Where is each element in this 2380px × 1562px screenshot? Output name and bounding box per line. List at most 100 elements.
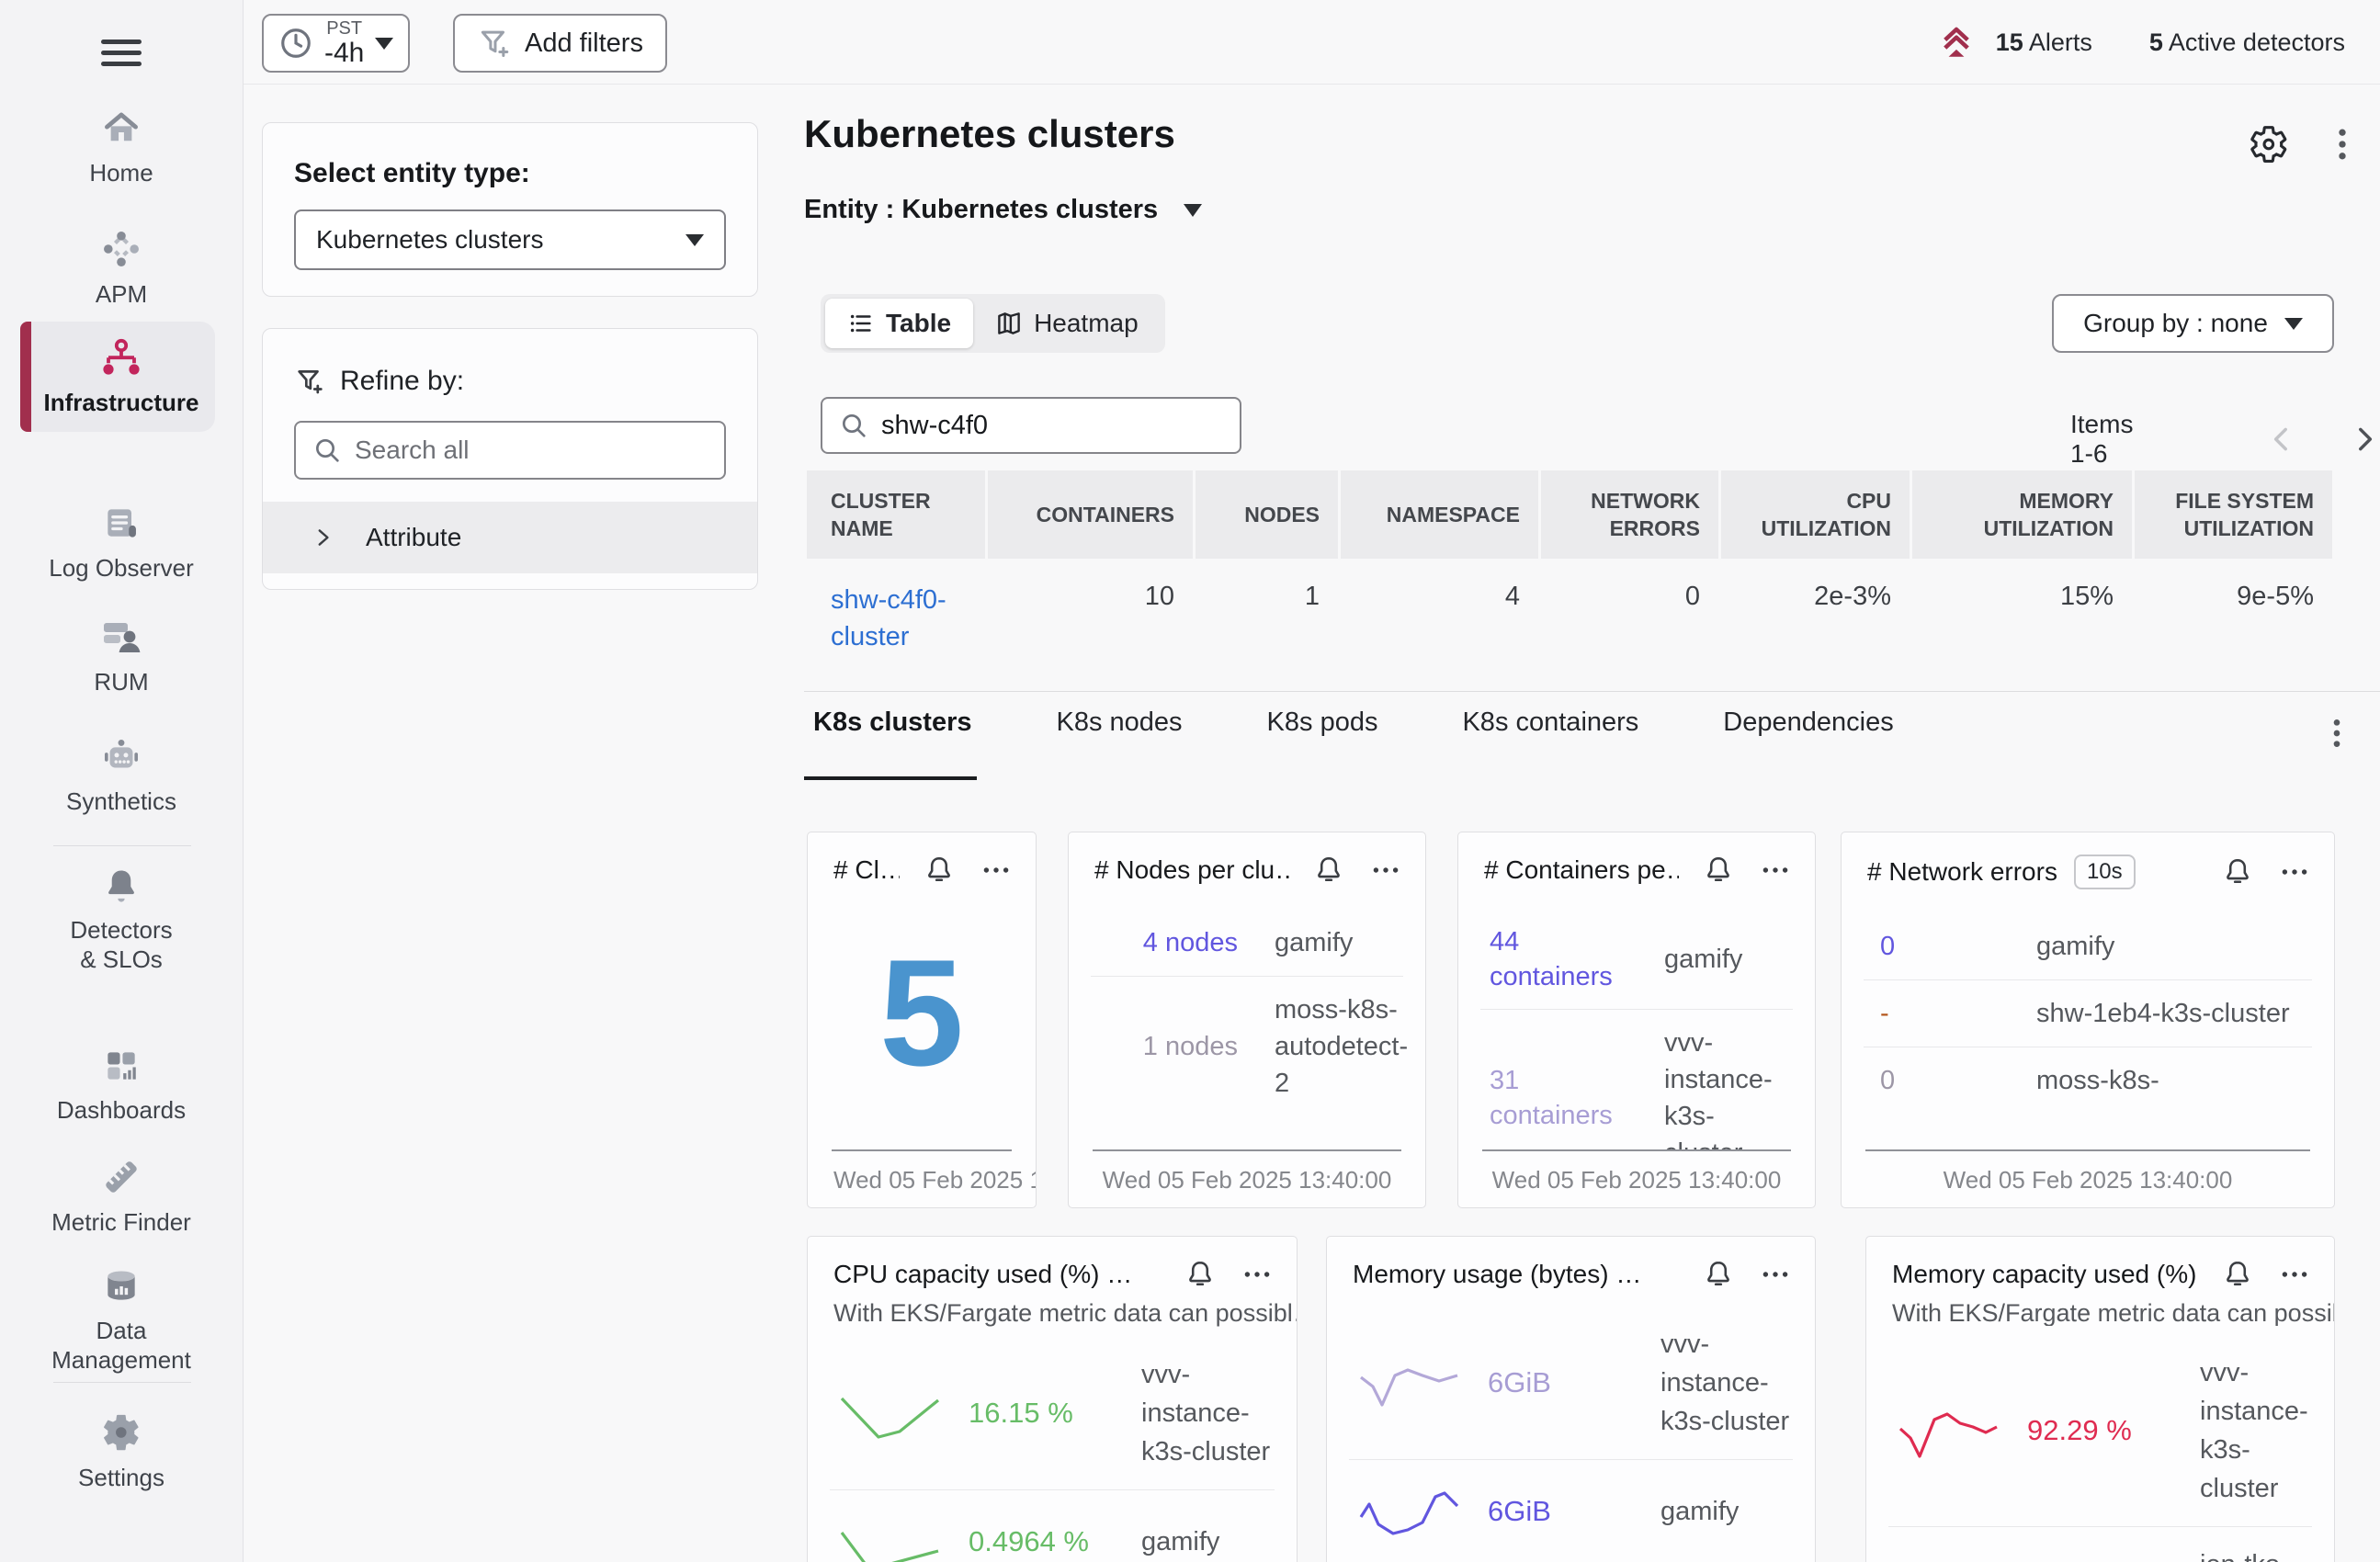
entity-search-input[interactable] xyxy=(881,411,1223,441)
group-by-select[interactable]: Group by : none xyxy=(2052,294,2334,353)
cluster-link[interactable]: shw-c4f0-cluster xyxy=(831,585,946,651)
tab-k8s-nodes[interactable]: K8s nodes xyxy=(1057,707,1183,765)
sidebar-item-apm[interactable]: APM xyxy=(0,228,243,309)
list-item[interactable]: 92.29 % vvv-instance-k3s-cluster xyxy=(1866,1335,2334,1526)
column-header[interactable]: NAMESPACE xyxy=(1341,470,1538,559)
column-header[interactable]: CLUSTER NAME xyxy=(807,470,985,559)
list-item[interactable]: 6GiB vvv-instance-k3s-cluster xyxy=(1327,1307,1815,1459)
sidebar-item-dashboards[interactable]: Dashboards xyxy=(0,1046,243,1125)
entity-selector[interactable]: Entity : Kubernetes clusters xyxy=(804,195,1202,225)
metric-value: 92.29 % xyxy=(2027,1414,2174,1447)
sidebar-item-metric-finder[interactable]: Metric Finder xyxy=(0,1156,243,1237)
kebab-menu-icon[interactable] xyxy=(2322,124,2363,164)
view-toggle-table[interactable]: Table xyxy=(825,299,973,348)
kebab-menu-icon[interactable] xyxy=(1758,855,1793,886)
bell-icon[interactable] xyxy=(1313,855,1344,886)
kebab-menu-icon[interactable] xyxy=(1758,1259,1793,1290)
list-item[interactable]: 6GiB gamify xyxy=(1327,1460,1815,1562)
column-header[interactable]: CONTAINERS xyxy=(988,470,1193,559)
sidebar-item-detectors-slos[interactable]: Detectors & SLOs xyxy=(0,866,243,974)
list-item[interactable]: 16.15 % vvv-instance-k3s-cluster xyxy=(808,1337,1297,1489)
settings-gear-icon[interactable] xyxy=(2249,124,2289,164)
list-item[interactable]: 44 containers gamify xyxy=(1458,910,1815,1009)
card-title: Memory capacity used (%) … xyxy=(1892,1260,2198,1289)
bell-icon[interactable] xyxy=(1703,855,1734,886)
section-divider xyxy=(804,691,2380,692)
tab-k8s-clusters[interactable]: K8s clusters xyxy=(813,707,972,765)
kebab-menu-icon[interactable] xyxy=(979,855,1014,886)
bell-icon[interactable] xyxy=(2222,856,2253,888)
entity-search-box xyxy=(821,397,1241,454)
metric-value: 6GiB xyxy=(1488,1495,1635,1528)
time-picker-button[interactable]: PST -4h xyxy=(262,14,410,73)
attribute-label: Attribute xyxy=(366,523,461,552)
column-header[interactable]: CPU UTILIZATION xyxy=(1721,470,1910,559)
active-tab-underline xyxy=(804,776,977,780)
metric-label: gamify xyxy=(1275,924,1403,961)
list-item[interactable]: 0 gamify xyxy=(1842,913,2334,979)
bell-icon[interactable] xyxy=(2222,1259,2253,1290)
bell-icon[interactable] xyxy=(1184,1259,1216,1290)
kebab-menu-icon[interactable] xyxy=(1240,1259,1275,1290)
card-memory-usage: Memory usage (bytes) … 6GiB vvv-instance… xyxy=(1326,1236,1816,1562)
view-toggle-heatmap[interactable]: Heatmap xyxy=(973,299,1161,348)
chevron-down-icon xyxy=(2284,318,2303,330)
column-header[interactable]: NETWORK ERRORS xyxy=(1541,470,1718,559)
kebab-menu-icon[interactable] xyxy=(1368,855,1403,886)
list-item[interactable]: 0.4964 % gamify xyxy=(808,1490,1297,1562)
kebab-menu-icon[interactable] xyxy=(2277,856,2312,888)
list-item[interactable]: 64.94 % jen-tko-1b75- xyxy=(1866,1527,2334,1562)
sidebar-item-synthetics[interactable]: Synthetics xyxy=(0,735,243,816)
sidebar-item-label: Infrastructure xyxy=(30,388,211,417)
table-cell: 4 xyxy=(1341,561,1538,655)
metric-list: 16.15 % vvv-instance-k3s-cluster 0.4964 … xyxy=(808,1337,1297,1562)
kebab-menu-icon[interactable] xyxy=(2277,1259,2312,1290)
list-item[interactable]: 31 containers vvv-instance-k3s-cluster xyxy=(1458,1010,1815,1149)
sidebar-item-settings[interactable]: Settings xyxy=(0,1411,243,1492)
attribute-expander[interactable]: Attribute xyxy=(263,502,757,573)
sidebar-item-log-observer[interactable]: Log Observer xyxy=(0,504,243,583)
entity-type-select[interactable]: Kubernetes clusters xyxy=(294,209,726,270)
table-view-icon xyxy=(847,310,875,337)
bell-icon xyxy=(101,866,142,906)
chevron-right-icon[interactable] xyxy=(2349,424,2380,455)
sidebar-item-home[interactable]: Home xyxy=(0,108,243,187)
sidebar-item-rum[interactable]: RUM xyxy=(0,617,243,696)
list-item[interactable]: - shw-1eb4-k3s-cluster xyxy=(1842,980,2334,1047)
card-network-errors: # Network errors 10s 0 gamify - shw-1eb4… xyxy=(1841,832,2335,1208)
add-filters-button[interactable]: Add filters xyxy=(453,14,667,73)
bell-icon[interactable] xyxy=(1703,1259,1734,1290)
sidebar-item-infrastructure[interactable]: Infrastructure xyxy=(0,338,243,417)
bell-icon[interactable] xyxy=(924,855,955,886)
sidebar-item-label: Detectors & SLOs xyxy=(48,915,195,974)
table-cell: 10 xyxy=(988,561,1193,655)
view-toggle: Table Heatmap xyxy=(821,294,1165,353)
column-header[interactable]: NODES xyxy=(1196,470,1338,559)
list-item[interactable]: 0 moss-k8s- xyxy=(1842,1047,2334,1114)
items-range-label: Items 1-6 xyxy=(2070,410,2159,469)
tab-k8s-pods[interactable]: K8s pods xyxy=(1267,707,1378,765)
sidebar-item-label: Home xyxy=(76,158,165,187)
sidebar-item-data-management[interactable]: Data Management xyxy=(0,1266,243,1375)
card-title: # Nodes per clu… xyxy=(1094,855,1289,885)
refine-search-input[interactable] xyxy=(355,436,708,465)
column-header[interactable]: FILE SYSTEM UTILIZATION xyxy=(2135,470,2332,559)
kebab-menu-icon[interactable] xyxy=(2318,715,2355,752)
list-item[interactable]: 1 nodes moss-k8s-autodetect-2 xyxy=(1069,977,1425,1116)
k8s-tabs: K8s clusters K8s nodes K8s pods K8s cont… xyxy=(813,707,1894,765)
card-title: # Containers pe… xyxy=(1484,855,1679,885)
metric-label: gamify xyxy=(1664,941,1793,978)
list-item[interactable]: 4 nodes gamify xyxy=(1069,910,1425,976)
sparkline xyxy=(1356,1350,1462,1416)
tab-k8s-containers[interactable]: K8s containers xyxy=(1462,707,1638,765)
chevron-down-icon xyxy=(375,38,393,50)
column-header[interactable]: MEMORY UTILIZATION xyxy=(1912,470,2132,559)
entity-selector-label: Entity : Kubernetes clusters xyxy=(804,195,1158,225)
table-cell: 15% xyxy=(1912,561,2132,655)
apm-icon xyxy=(100,228,142,270)
chevron-left-icon[interactable] xyxy=(2266,424,2297,455)
tab-dependencies[interactable]: Dependencies xyxy=(1723,707,1893,765)
card-containers-per-cluster: # Containers pe… 44 containers gamify 31… xyxy=(1457,832,1816,1208)
chevron-down-icon xyxy=(1184,204,1202,217)
hamburger-menu-icon[interactable] xyxy=(101,33,142,73)
